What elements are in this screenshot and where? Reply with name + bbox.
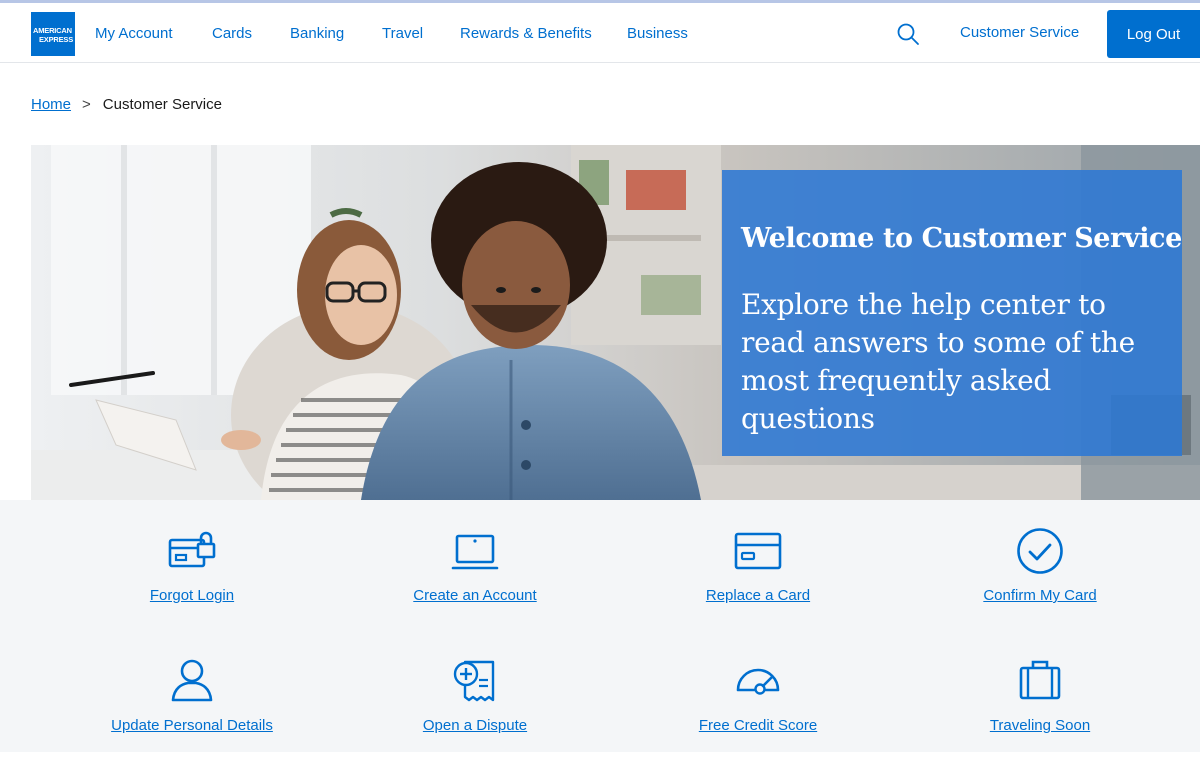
check-circle-icon [1017,528,1063,574]
nav-business[interactable]: Business [627,25,688,42]
nav-customer-service[interactable]: Customer Service [960,24,1079,41]
tile-label-forgot-login[interactable]: Forgot Login [150,587,234,604]
tile-label-create-account[interactable]: Create an Account [413,587,536,604]
tile-traveling-soon[interactable]: Traveling Soon [890,656,1190,766]
tile-label-confirm-card[interactable]: Confirm My Card [983,587,1096,604]
hero-description: Explore the help center to read answers … [741,288,1135,435]
breadcrumb: Home > Customer Service [31,96,222,113]
laptop-icon [451,534,499,570]
logo-text-line1: AMERICAN [33,26,72,35]
hero-welcome-panel: Welcome to Customer Service Explore the … [722,170,1182,456]
service-tiles: Forgot Login Create an Account Replace a… [0,500,1200,752]
log-out-button[interactable]: Log Out [1107,10,1200,58]
tile-label-open-dispute[interactable]: Open a Dispute [423,717,527,734]
amex-logo[interactable]: AMERICAN EXPRESS [31,12,75,56]
nav-banking[interactable]: Banking [290,25,344,42]
nav-travel[interactable]: Travel [382,25,423,42]
breadcrumb-separator: > [82,96,91,113]
tile-label-traveling-soon[interactable]: Traveling Soon [990,717,1090,734]
tile-free-credit-score[interactable]: Free Credit Score [608,656,908,766]
tile-confirm-card[interactable]: Confirm My Card [890,526,1190,636]
tile-create-account[interactable]: Create an Account [325,526,625,636]
tile-update-personal-details[interactable]: Update Personal Details [42,656,342,766]
receipt-plus-icon [453,660,495,702]
credit-card-icon [734,532,782,570]
breadcrumb-home-link[interactable]: Home [31,96,71,113]
tile-label-free-credit-score[interactable]: Free Credit Score [699,717,817,734]
hero-title: Welcome to Customer Service [741,223,1182,254]
card-lock-icon [168,531,216,568]
nav-rewards-benefits[interactable]: Rewards & Benefits [460,25,592,42]
user-icon [171,659,213,702]
tile-forgot-login[interactable]: Forgot Login [42,526,342,636]
breadcrumb-current: Customer Service [102,96,222,113]
tile-label-update-personal-details[interactable]: Update Personal Details [111,717,273,734]
tile-open-dispute[interactable]: Open a Dispute [325,656,625,766]
top-navigation: AMERICAN EXPRESS My Account Cards Bankin… [0,3,1200,63]
nav-cards[interactable]: Cards [212,25,252,42]
suitcase-icon [1019,660,1061,700]
nav-my-account[interactable]: My Account [95,25,173,42]
tile-label-replace-card[interactable]: Replace a Card [706,587,810,604]
gauge-icon [736,668,780,695]
search-icon[interactable] [896,22,920,46]
logo-text-line2: EXPRESS [38,35,73,44]
tile-replace-card[interactable]: Replace a Card [608,526,908,636]
hero-banner: Welcome to Customer Service Explore the … [31,145,1200,500]
